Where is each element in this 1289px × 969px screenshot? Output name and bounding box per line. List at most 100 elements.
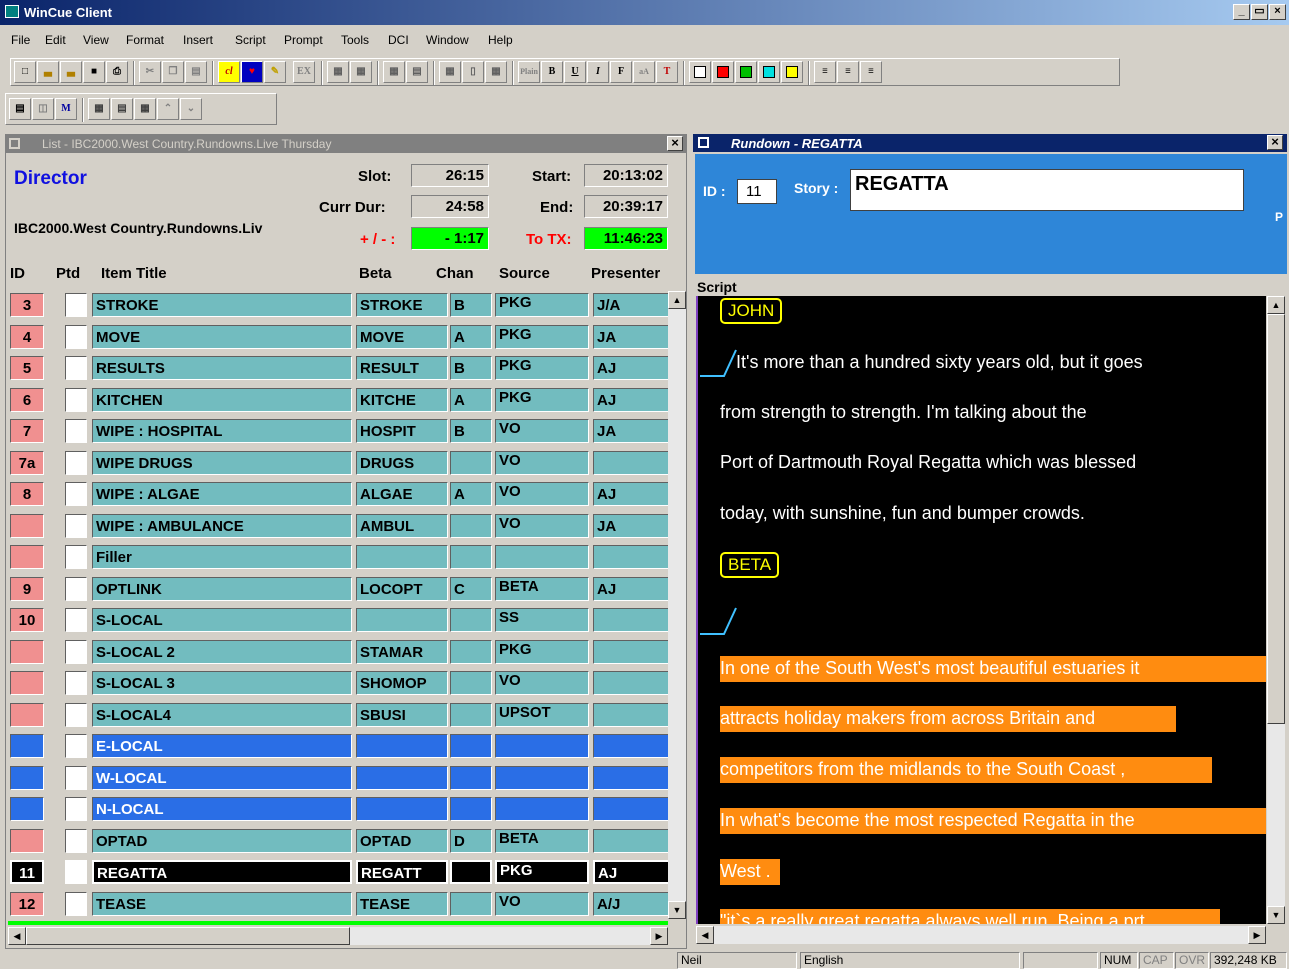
menu-dci[interactable]: DCI: [388, 33, 409, 47]
table-row[interactable]: W-LOCAL: [10, 764, 670, 792]
split-horizontal-icon[interactable]: ▤: [9, 98, 31, 120]
font-icon[interactable]: F: [610, 61, 632, 83]
list-close-button[interactable]: ×: [667, 136, 683, 151]
mode-icon[interactable]: M: [55, 98, 77, 120]
page-icon[interactable]: ▦: [485, 61, 507, 83]
scroll-left-icon[interactable]: ◀: [8, 927, 26, 945]
table-row[interactable]: 12 TEASE TEASE VO A/J: [10, 890, 670, 918]
scroll-right-icon[interactable]: ▶: [650, 927, 668, 945]
heart-icon[interactable]: ♥: [241, 61, 263, 83]
col-id[interactable]: ID: [10, 265, 25, 282]
table-row[interactable]: 6 KITCHEN KITCHE A PKG AJ: [10, 386, 670, 414]
close-button[interactable]: ×: [1269, 4, 1286, 20]
menu-window[interactable]: Window: [426, 33, 469, 47]
ptd-checkbox[interactable]: [65, 734, 87, 758]
ptd-checkbox[interactable]: [65, 639, 87, 664]
script-scroll-left-icon[interactable]: ◀: [696, 926, 714, 944]
table-row[interactable]: N-LOCAL: [10, 795, 670, 823]
script-scroll-right-icon[interactable]: ▶: [1248, 926, 1266, 944]
ptd-checkbox[interactable]: [65, 797, 87, 821]
menu-insert[interactable]: Insert: [183, 33, 213, 47]
align-right-icon[interactable]: ≡: [860, 61, 882, 83]
table-icon[interactable]: ▤: [406, 61, 428, 83]
col-source[interactable]: Source: [499, 265, 550, 282]
table-row[interactable]: 5 RESULTS RESULT B PKG AJ: [10, 354, 670, 382]
table-row[interactable]: 7a WIPE DRUGS DRUGS VO: [10, 449, 670, 477]
font-size-icon[interactable]: aA: [633, 61, 655, 83]
story-view-icon[interactable]: ▦: [134, 98, 156, 120]
table-row[interactable]: 3 STROKE STROKE B PKG J/A: [10, 291, 670, 319]
table-row[interactable]: WIPE : AMBULANCE AMBUL VO JA: [10, 512, 670, 540]
highlight-icon[interactable]: ✎: [264, 61, 286, 83]
script-scroll-thumb[interactable]: [1267, 314, 1285, 724]
ptd-checkbox[interactable]: [65, 482, 87, 506]
ptd-checkbox[interactable]: [65, 387, 87, 412]
id-field[interactable]: 11: [737, 179, 777, 204]
zoom-out-icon[interactable]: ⌄: [180, 98, 202, 120]
story-field[interactable]: REGATTA: [850, 169, 1244, 211]
menu-format[interactable]: Format: [126, 33, 164, 47]
cue-beta[interactable]: BETA: [720, 552, 780, 578]
script-scroll-up-icon[interactable]: ▲: [1267, 296, 1285, 314]
underline-button[interactable]: U: [564, 61, 586, 83]
list-vertical-scrollbar[interactable]: ▲ ▼: [668, 291, 686, 919]
table-row[interactable]: S-LOCAL 3 SHOMOP VO: [10, 669, 670, 697]
menu-tools[interactable]: Tools: [341, 33, 369, 47]
color-white-button[interactable]: [689, 61, 711, 83]
color-cyan-button[interactable]: [758, 61, 780, 83]
menu-edit[interactable]: Edit: [45, 33, 66, 47]
column-icon[interactable]: ▯: [462, 61, 484, 83]
scroll-down-icon[interactable]: ▼: [668, 901, 686, 919]
ptd-checkbox[interactable]: [65, 356, 87, 380]
copy-icon[interactable]: ❐: [162, 61, 184, 83]
minimize-button[interactable]: _: [1233, 4, 1250, 20]
restore-button[interactable]: ▭: [1251, 4, 1268, 20]
ptd-checkbox[interactable]: [65, 293, 87, 317]
table-row[interactable]: S-LOCAL 2 STAMAR PKG: [10, 638, 670, 666]
script-horizontal-scrollbar[interactable]: ◀ ▶: [696, 926, 1266, 944]
cue-icon[interactable]: cl: [218, 61, 240, 83]
script-vertical-scrollbar[interactable]: ▲ ▼: [1267, 296, 1285, 924]
open-icon[interactable]: ▃: [37, 61, 59, 83]
script-editor[interactable]: JOHN It's more than a hundred sixty year…: [696, 296, 1266, 924]
menu-prompt[interactable]: Prompt: [284, 33, 323, 47]
ex-icon[interactable]: EX: [293, 61, 315, 83]
rundown-close-button[interactable]: ×: [1267, 135, 1283, 150]
list-view-icon[interactable]: ▤: [111, 98, 133, 120]
ptd-checkbox[interactable]: [65, 860, 87, 884]
list-horizontal-scrollbar[interactable]: ◀ ▶: [8, 927, 668, 945]
layout-icon[interactable]: ▦: [439, 61, 461, 83]
table-row[interactable]: S-LOCAL4 SBUSI UPSOT: [10, 701, 670, 729]
ptd-checkbox[interactable]: [65, 828, 87, 853]
text-color-icon[interactable]: T: [656, 61, 678, 83]
prompt-right-icon[interactable]: ▦: [350, 61, 372, 83]
scroll-up-icon[interactable]: ▲: [668, 291, 686, 309]
open-folder-icon[interactable]: ▃: [60, 61, 82, 83]
col-presenter[interactable]: Presenter: [591, 265, 660, 282]
ptd-checkbox[interactable]: [65, 419, 87, 443]
ptd-checkbox[interactable]: [65, 513, 87, 538]
scroll-thumb[interactable]: [26, 927, 350, 945]
plain-button[interactable]: Plain: [518, 61, 540, 83]
split-vertical-icon[interactable]: ◫: [32, 98, 54, 120]
ptd-checkbox[interactable]: [65, 671, 87, 695]
menu-help[interactable]: Help: [488, 33, 513, 47]
table-row[interactable]: 7 WIPE : HOSPITAL HOSPIT B VO JA: [10, 417, 670, 445]
color-red-button[interactable]: [712, 61, 734, 83]
zoom-in-icon[interactable]: ⌃: [157, 98, 179, 120]
ptd-checkbox[interactable]: [65, 702, 87, 727]
col-chan[interactable]: Chan: [436, 265, 474, 282]
new-icon[interactable]: □: [14, 61, 36, 83]
rundown-view-icon[interactable]: ▦: [88, 98, 110, 120]
paste-icon[interactable]: ▤: [185, 61, 207, 83]
menu-file[interactable]: File: [11, 33, 30, 47]
ptd-checkbox[interactable]: [65, 765, 87, 790]
print-icon[interactable]: ⎙: [106, 61, 128, 83]
grid-icon[interactable]: ▦: [383, 61, 405, 83]
ptd-checkbox[interactable]: [65, 545, 87, 569]
col-title[interactable]: Item Title: [101, 265, 167, 282]
prompt-left-icon[interactable]: ▦: [327, 61, 349, 83]
script-scroll-down-icon[interactable]: ▼: [1267, 906, 1285, 924]
align-left-icon[interactable]: ≡: [814, 61, 836, 83]
table-row[interactable]: 4 MOVE MOVE A PKG JA: [10, 323, 670, 351]
